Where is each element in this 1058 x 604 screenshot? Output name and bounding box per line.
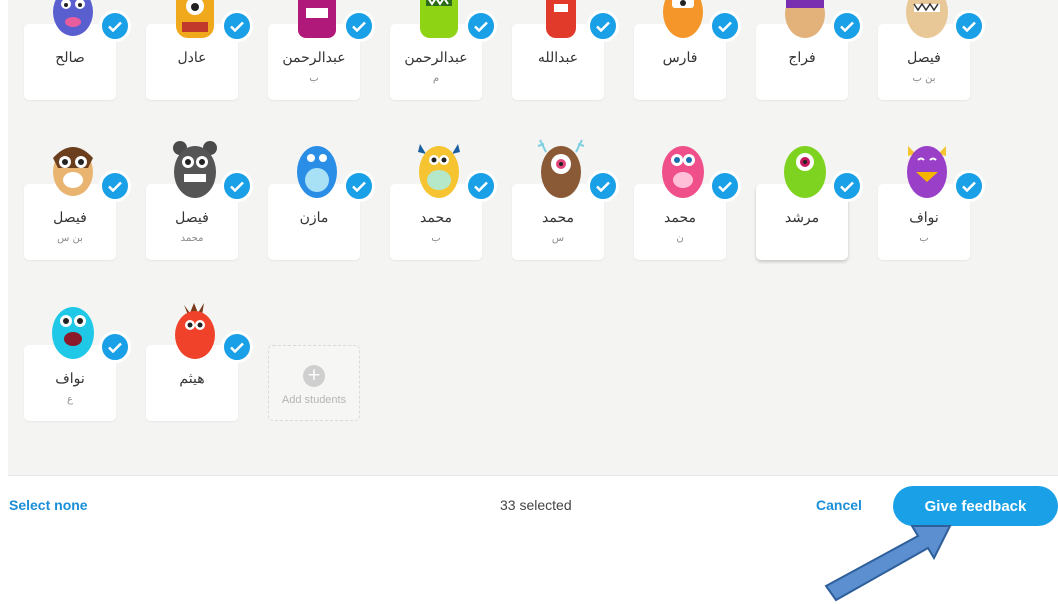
checkmark-icon[interactable] bbox=[221, 331, 253, 363]
student-card[interactable]: فارس bbox=[634, 0, 741, 100]
checkmark-icon[interactable] bbox=[465, 10, 497, 42]
student-initial: ع bbox=[67, 394, 73, 405]
student-name: محمد bbox=[542, 210, 574, 226]
monster-avatar bbox=[52, 307, 94, 359]
monster-avatar bbox=[297, 146, 337, 198]
student-name: فارس bbox=[662, 50, 698, 66]
student-card[interactable]: هيثم bbox=[146, 303, 253, 421]
monster-avatar bbox=[420, 0, 458, 38]
student-name: فيصل bbox=[907, 50, 941, 66]
student-initial: م bbox=[432, 73, 440, 84]
monster-avatar bbox=[663, 0, 703, 38]
student-card[interactable]: محمد ب bbox=[390, 144, 497, 260]
student-name: فيصل bbox=[175, 210, 209, 226]
student-initial: بن ب bbox=[912, 73, 936, 84]
checkmark-icon[interactable] bbox=[587, 170, 619, 202]
student-card[interactable]: نواف ع bbox=[24, 307, 131, 421]
student-card[interactable]: عبدالله bbox=[512, 0, 619, 100]
student-name: فيصل bbox=[53, 210, 87, 226]
add-students-button[interactable]: + Add students bbox=[268, 345, 360, 421]
monster-avatar bbox=[53, 0, 93, 36]
student-name: مازن bbox=[299, 210, 329, 226]
checkmark-icon[interactable] bbox=[99, 10, 131, 42]
student-initial: ب bbox=[431, 233, 441, 244]
student-name: مرشد bbox=[784, 210, 820, 226]
plus-icon: + bbox=[303, 365, 325, 387]
student-name: صالح bbox=[55, 50, 85, 66]
student-initial: بن س bbox=[57, 233, 83, 244]
student-card[interactable]: مرشد bbox=[756, 146, 863, 260]
add-students-label: Add students bbox=[281, 394, 347, 406]
select-none-link[interactable]: Select none bbox=[9, 497, 88, 513]
monster-avatar bbox=[906, 0, 948, 38]
monster-avatar bbox=[785, 0, 825, 38]
monster-avatar bbox=[907, 146, 947, 198]
student-name: محمد bbox=[420, 210, 452, 226]
footer-divider bbox=[8, 475, 1058, 476]
student-name: فراج bbox=[788, 50, 816, 66]
monster-avatar bbox=[537, 139, 585, 198]
student-name: عبدالرحمن bbox=[282, 50, 346, 66]
student-card[interactable]: فيصل بن س bbox=[24, 147, 131, 260]
student-initial: ن bbox=[676, 233, 684, 244]
give-feedback-button[interactable]: Give feedback bbox=[893, 486, 1058, 526]
checkmark-icon[interactable] bbox=[953, 10, 985, 42]
checkmark-icon[interactable] bbox=[831, 10, 863, 42]
student-card[interactable]: عبدالرحمن م bbox=[390, 0, 497, 100]
student-card[interactable]: فراج bbox=[756, 0, 863, 100]
selected-count: 33 selected bbox=[500, 497, 572, 513]
student-card[interactable]: صالح bbox=[24, 0, 131, 100]
checkmark-icon[interactable] bbox=[831, 170, 863, 202]
student-card[interactable]: فيصل بن ب bbox=[878, 0, 985, 100]
student-card[interactable]: مازن bbox=[268, 146, 375, 260]
checkmark-icon[interactable] bbox=[953, 170, 985, 202]
monster-avatar bbox=[175, 303, 215, 359]
monster-avatar bbox=[418, 144, 460, 198]
student-grid: صالح عادل عبدالرحمن ب عبدالرحمن م عبدالل… bbox=[8, 0, 1058, 475]
checkmark-icon[interactable] bbox=[99, 170, 131, 202]
checkmark-icon[interactable] bbox=[465, 170, 497, 202]
monster-avatar bbox=[53, 147, 93, 196]
checkmark-icon[interactable] bbox=[343, 10, 375, 42]
student-initial: ب bbox=[919, 233, 929, 244]
cancel-button[interactable]: Cancel bbox=[816, 497, 862, 513]
monster-avatar bbox=[784, 146, 826, 198]
student-card[interactable]: محمد ن bbox=[634, 146, 741, 260]
student-card[interactable]: نواف ب bbox=[878, 146, 985, 260]
student-card[interactable]: فيصل محمد bbox=[146, 141, 253, 260]
student-name: محمد bbox=[664, 210, 696, 226]
checkmark-icon[interactable] bbox=[709, 10, 741, 42]
student-card[interactable]: عادل bbox=[146, 0, 253, 100]
monster-avatar bbox=[298, 0, 336, 38]
monster-avatar bbox=[662, 146, 704, 198]
checkmark-icon[interactable] bbox=[587, 10, 619, 42]
student-card[interactable]: عبدالرحمن ب bbox=[268, 0, 375, 100]
student-name: عبدالرحمن bbox=[404, 50, 468, 66]
checkmark-icon[interactable] bbox=[221, 170, 253, 202]
monster-avatar bbox=[173, 141, 217, 198]
student-initial: ب bbox=[309, 73, 319, 84]
checkmark-icon[interactable] bbox=[343, 170, 375, 202]
monster-avatar bbox=[546, 0, 576, 38]
student-name: هيثم bbox=[179, 371, 205, 387]
monster-avatar bbox=[176, 0, 214, 38]
student-name: عبدالله bbox=[537, 50, 579, 66]
checkmark-icon[interactable] bbox=[99, 331, 131, 363]
checkmark-icon[interactable] bbox=[221, 10, 253, 42]
checkmark-icon[interactable] bbox=[709, 170, 741, 202]
student-card[interactable]: محمد س bbox=[512, 139, 619, 260]
annotation-arrow-icon bbox=[824, 525, 952, 602]
student-name: نواف bbox=[55, 371, 85, 387]
student-initial: محمد bbox=[180, 233, 204, 244]
student-name: عادل bbox=[177, 50, 207, 66]
student-name: نواف bbox=[909, 210, 939, 226]
student-initial: س bbox=[551, 233, 565, 244]
